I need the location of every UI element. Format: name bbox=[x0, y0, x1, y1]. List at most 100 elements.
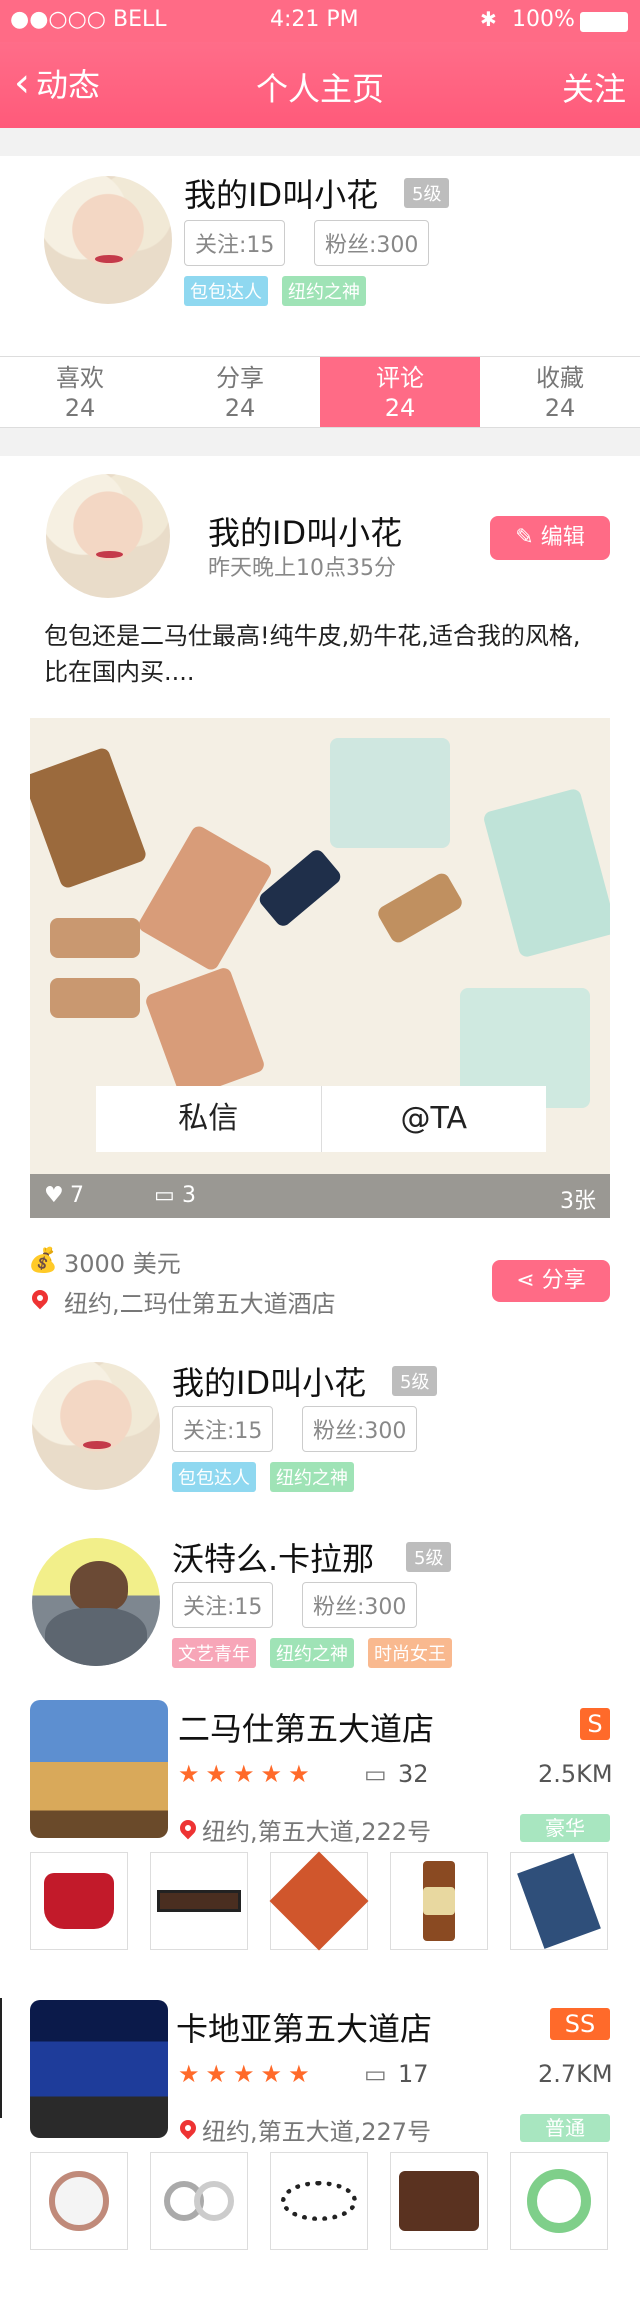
tab-comments[interactable]: 评论 24 bbox=[320, 357, 480, 427]
edit-button[interactable]: ✎ 编辑 bbox=[490, 516, 610, 560]
watch-icon bbox=[423, 1861, 455, 1941]
comment-count: 3 bbox=[182, 1183, 196, 1208]
divider bbox=[0, 1998, 2, 2118]
share-icon: ⋖ bbox=[516, 1268, 542, 1293]
heel-image bbox=[256, 846, 344, 930]
photo-actions: 私信 @TA bbox=[96, 1086, 546, 1152]
status-bar: ●●○○○ BELL 4:21 PM ✱ 100% bbox=[0, 0, 640, 42]
message-button[interactable]: 私信 bbox=[96, 1086, 321, 1152]
tab-favorites[interactable]: 收藏 24 bbox=[480, 357, 640, 427]
level-badge: 5级 bbox=[406, 1542, 452, 1572]
tag-badge: 时尚女王 bbox=[368, 1638, 452, 1668]
mention-button[interactable]: @TA bbox=[320, 1086, 547, 1152]
tag-badge: 包包达人 bbox=[172, 1462, 256, 1492]
fans-count[interactable]: 粉丝:300 bbox=[302, 1582, 418, 1628]
post-author-avatar[interactable] bbox=[46, 474, 170, 598]
rating-stars: ★★★★★ bbox=[178, 1760, 316, 1788]
tab-count: 24 bbox=[384, 394, 416, 422]
product-scarf[interactable] bbox=[269, 1851, 369, 1951]
user-avatar[interactable] bbox=[32, 1362, 160, 1490]
page-title: 个人主页 bbox=[255, 70, 384, 108]
level-badge: 5级 bbox=[404, 178, 450, 208]
tab-label: 评论 bbox=[376, 364, 424, 392]
share-button[interactable]: ⋖ 分享 bbox=[492, 1260, 610, 1302]
bracelet-icon bbox=[281, 2181, 357, 2221]
review-count: 32 bbox=[398, 1760, 429, 1788]
profile-tabs: 喜欢 24 分享 24 评论 24 收藏 24 bbox=[0, 356, 640, 428]
tab-label: 分享 bbox=[216, 364, 264, 392]
heart-icon[interactable]: ♥ bbox=[44, 1183, 64, 1208]
following-count[interactable]: 关注:15 bbox=[184, 220, 286, 266]
clock: 4:21 PM bbox=[270, 7, 359, 32]
user-avatar[interactable] bbox=[32, 1538, 160, 1666]
profile-name: 我的ID叫小花 bbox=[184, 176, 379, 214]
battery-percent: 100% bbox=[512, 7, 575, 32]
jeans-icon bbox=[517, 1853, 601, 1949]
product-handbag[interactable] bbox=[30, 1852, 128, 1950]
heel-image bbox=[375, 870, 465, 946]
scarf-icon bbox=[269, 1851, 369, 1951]
store-distance: 2.7KM bbox=[538, 2060, 613, 2088]
tag-badge: 包包达人 bbox=[184, 276, 268, 306]
following-count[interactable]: 关注:15 bbox=[172, 1582, 274, 1628]
product-bracelet[interactable] bbox=[270, 2152, 368, 2250]
tag-badge: 纽约之神 bbox=[270, 1638, 354, 1668]
fans-count[interactable]: 粉丝:300 bbox=[302, 1406, 418, 1452]
following-count[interactable]: 关注:15 bbox=[172, 1406, 274, 1452]
boot-image bbox=[143, 965, 267, 1101]
profile-header: 我的ID叫小花 5级 关注:15 粉丝:300 包包达人 纽约之神 bbox=[0, 156, 640, 356]
product-watch[interactable] bbox=[390, 1852, 488, 1950]
post-photo[interactable]: 私信 @TA ♥ 7 ▭ 3 3张 bbox=[30, 718, 610, 1218]
follow-button[interactable]: 关注 bbox=[562, 64, 626, 110]
photo-count: 3张 bbox=[560, 1189, 596, 1214]
watch-icon bbox=[49, 2171, 109, 2231]
nav-bar: ‹ 动态 个人主页 关注 bbox=[0, 42, 640, 128]
store-grade-badge: 豪华 bbox=[520, 1814, 610, 1842]
post-location: 纽约,二玛仕第五大道酒店 bbox=[64, 1290, 336, 1318]
tab-count: 24 bbox=[544, 394, 576, 422]
product-belt[interactable] bbox=[150, 1852, 248, 1950]
store-name[interactable]: 卡地亚第五大道店 bbox=[176, 2004, 432, 2050]
comment-icon: ▭ bbox=[364, 2060, 387, 2088]
bangle-icon bbox=[527, 2169, 591, 2233]
product-rings[interactable] bbox=[150, 2152, 248, 2250]
tab-label: 喜欢 bbox=[56, 364, 104, 392]
carrier-label: ●●○○○ BELL bbox=[10, 7, 167, 32]
edit-label: 编辑 bbox=[540, 525, 585, 550]
sandal-image bbox=[50, 978, 140, 1018]
fans-count[interactable]: 粉丝:300 bbox=[314, 220, 430, 266]
tag-badge: 纽约之神 bbox=[282, 276, 366, 306]
product-watch[interactable] bbox=[30, 2152, 128, 2250]
comment-icon[interactable]: ▭ bbox=[154, 1183, 175, 1208]
product-bangle[interactable] bbox=[510, 2152, 608, 2250]
store-photo[interactable] bbox=[30, 1700, 168, 1838]
tab-likes[interactable]: 喜欢 24 bbox=[0, 357, 160, 427]
product-jeans[interactable] bbox=[510, 1852, 608, 1950]
mint-bag-image bbox=[330, 738, 450, 848]
tab-shares[interactable]: 分享 24 bbox=[160, 357, 320, 427]
handbag-icon bbox=[44, 1873, 114, 1929]
post-time: 昨天晚上10点35分 bbox=[208, 556, 396, 581]
share-label: 分享 bbox=[541, 1268, 586, 1293]
product-briefcase[interactable] bbox=[390, 2152, 488, 2250]
store-name[interactable]: 二马仕第五大道店 bbox=[178, 1704, 434, 1750]
rating-stars: ★★★★★ bbox=[178, 2060, 316, 2088]
review-count: 17 bbox=[398, 2060, 429, 2088]
leopard-bag-image bbox=[30, 746, 148, 890]
sandal-image bbox=[50, 918, 140, 958]
store-distance: 2.5KM bbox=[538, 1760, 613, 1788]
bluetooth-icon: ✱ bbox=[480, 7, 497, 31]
post-author-name: 我的ID叫小花 bbox=[208, 514, 403, 552]
post-text: 包包还是二马仕最高!纯牛皮,奶牛花,适合我的风格,比在国内买.... bbox=[44, 622, 581, 686]
store-photo[interactable] bbox=[30, 2000, 168, 2138]
store-rank-badge: S bbox=[580, 1708, 610, 1740]
tab-count: 24 bbox=[64, 394, 96, 422]
store-grade-badge: 普通 bbox=[520, 2114, 610, 2142]
tab-count: 24 bbox=[224, 394, 256, 422]
ring-icon bbox=[194, 2181, 234, 2221]
battery-icon bbox=[580, 12, 628, 32]
boot-image bbox=[136, 823, 274, 973]
photo-stats-bar: ♥ 7 ▭ 3 3张 bbox=[30, 1174, 610, 1218]
user-name: 我的ID叫小花 bbox=[172, 1364, 367, 1402]
avatar[interactable] bbox=[44, 176, 172, 304]
